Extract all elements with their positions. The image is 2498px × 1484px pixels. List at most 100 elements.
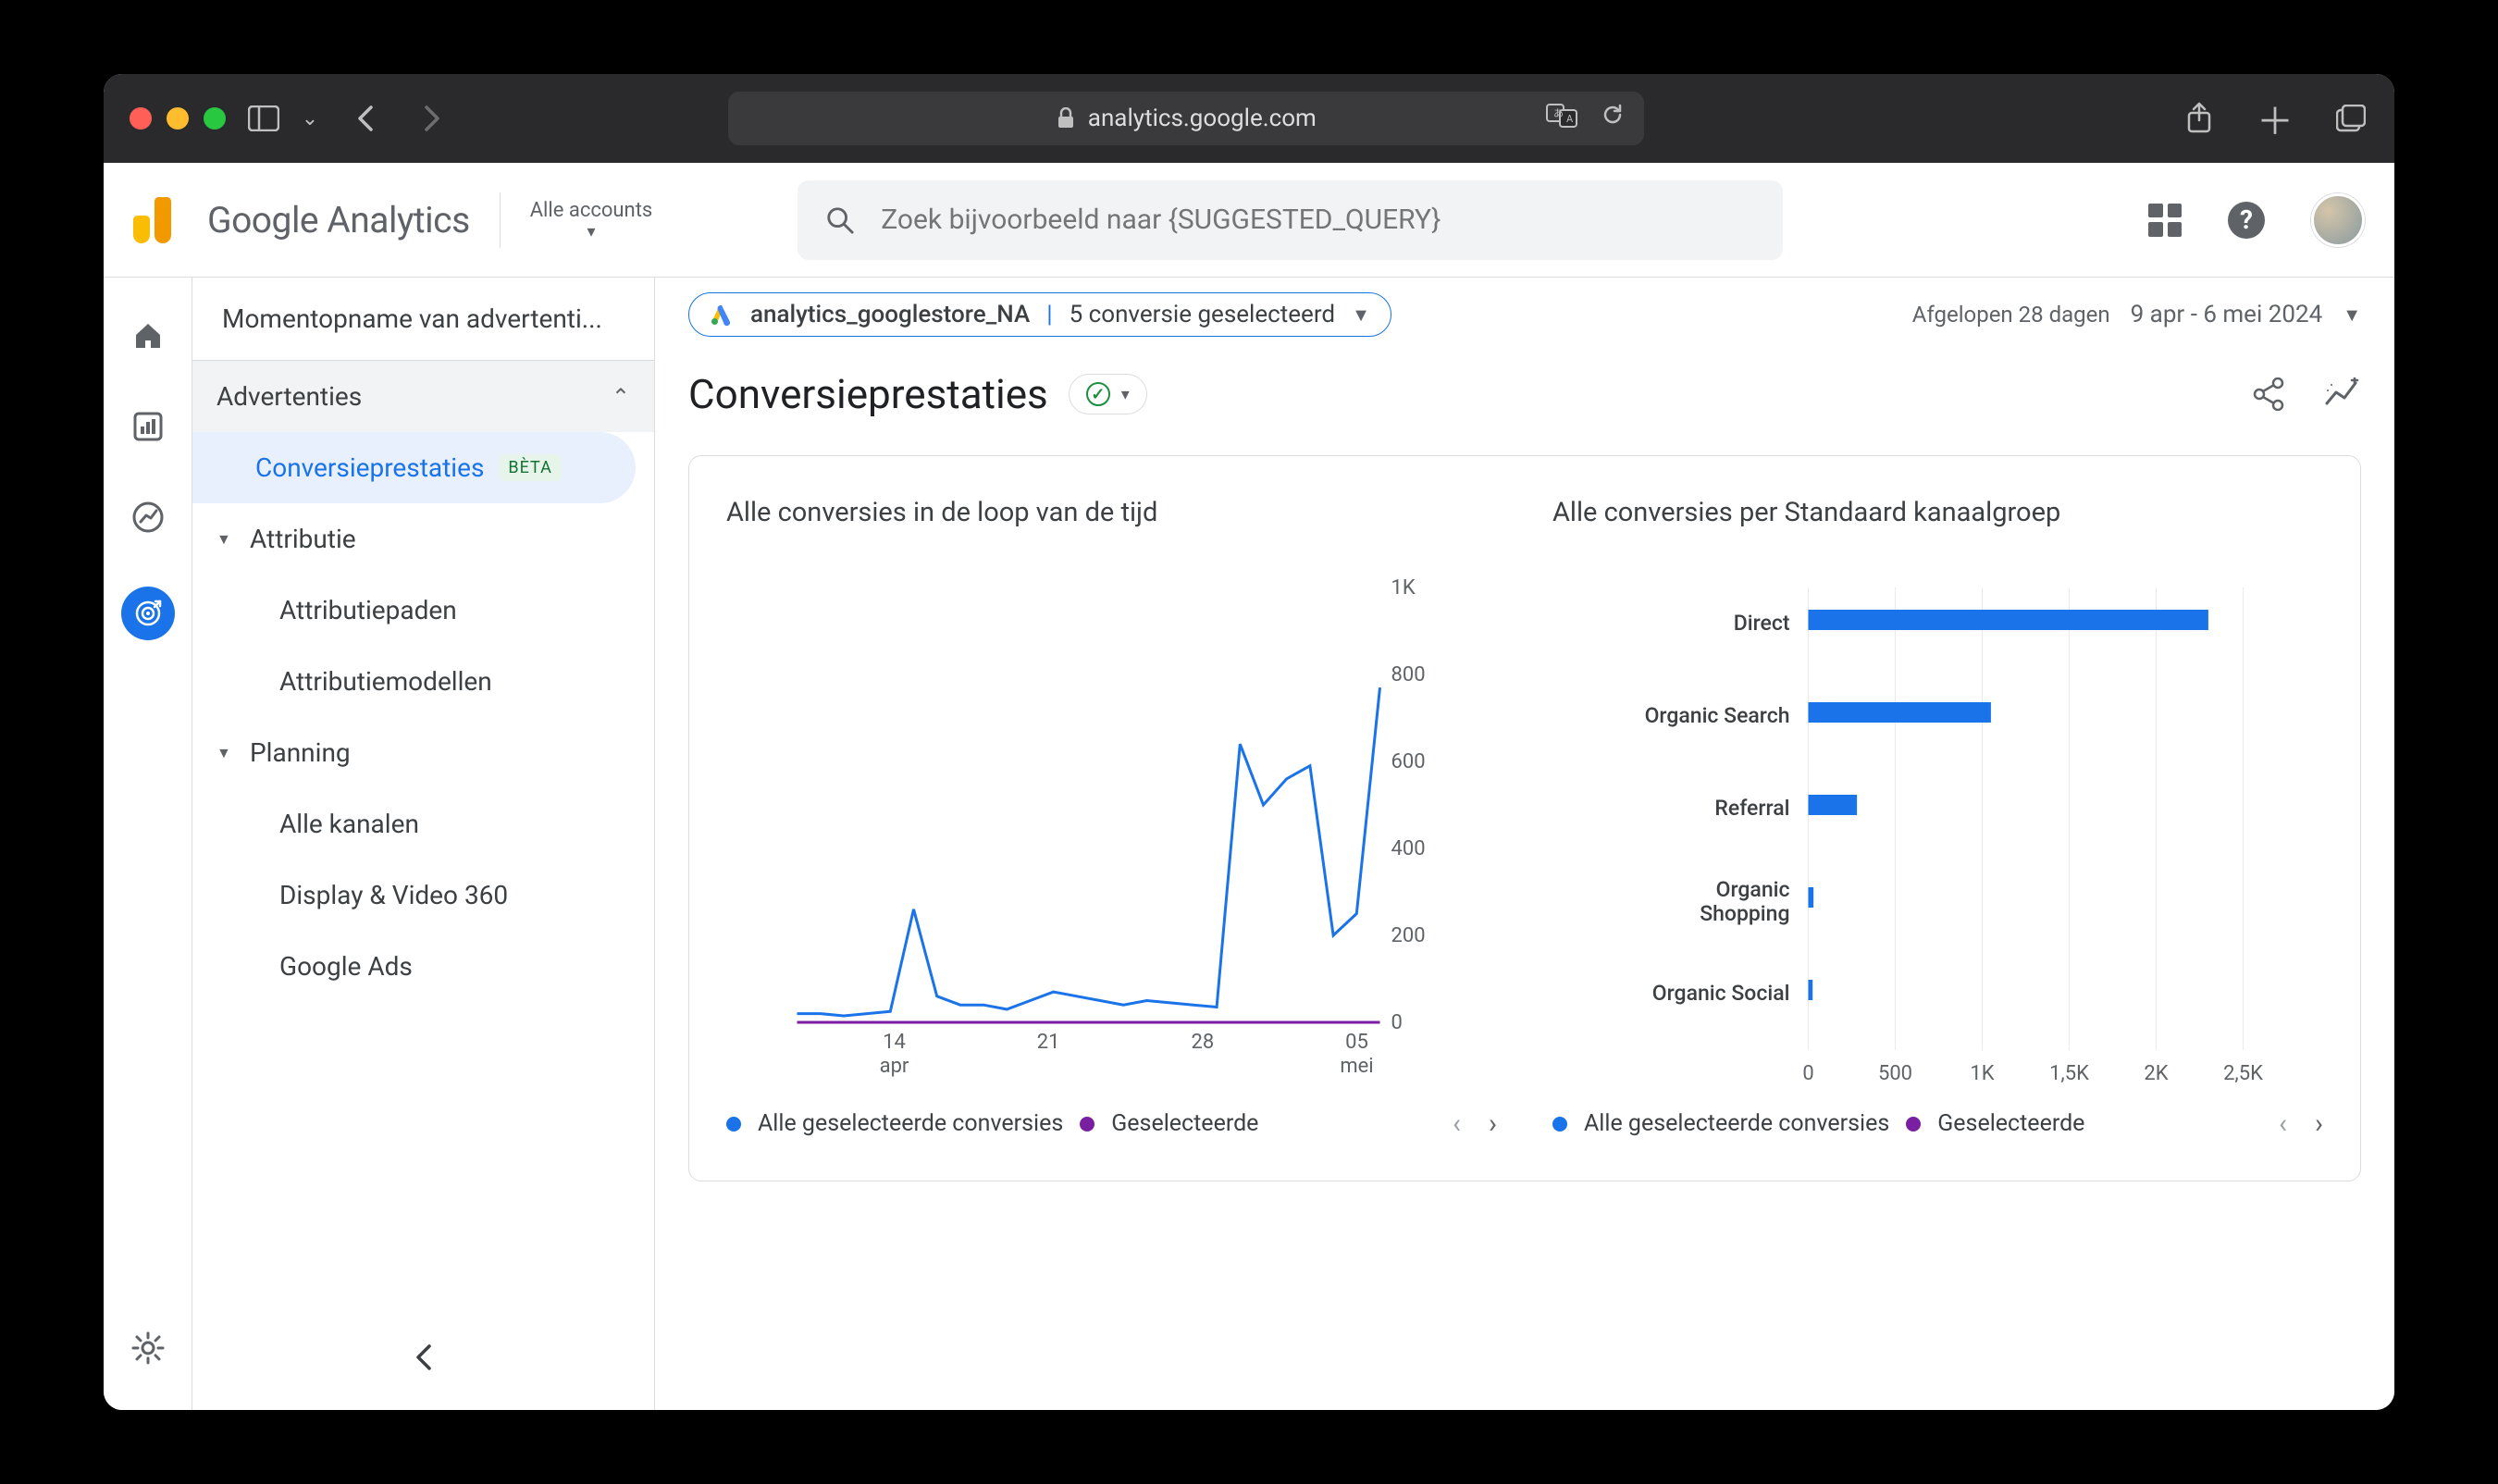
line-chart-panel: Alle conversies in de loop van de tijd 0… [726, 497, 1497, 1140]
rail-reports-icon[interactable] [127, 405, 169, 448]
svg-text:21: 21 [1037, 1031, 1060, 1054]
sidebar-item-google-ads[interactable]: Google Ads [192, 931, 654, 1002]
account-picker[interactable]: Alle accounts ▾ [530, 199, 653, 241]
report-sidebar: Momentopname van adverten­ti... Adverten… [192, 278, 655, 1410]
check-circle-icon: ✓ [1086, 382, 1110, 406]
svg-text:1K: 1K [1391, 576, 1416, 600]
sidebar-item-alle-kanalen[interactable]: Alle kanalen [192, 788, 654, 859]
svg-text:05: 05 [1345, 1031, 1368, 1054]
rail-home-icon[interactable] [127, 315, 169, 357]
sidebar-toggle-icon[interactable] [246, 101, 281, 136]
sidebar-group-planning[interactable]: ▼ Planning [192, 717, 654, 788]
status-pill[interactable]: ✓ ▾ [1069, 374, 1147, 414]
beta-badge: BÈTA [499, 454, 561, 481]
user-avatar[interactable] [2311, 193, 2365, 247]
date-range-period-label: Afgelopen 28 dagen [1912, 302, 2110, 328]
page-title: Conversieprestaties [688, 370, 1048, 418]
sidebar-snapshot-link[interactable]: Momentopname van adverten­ti... [192, 278, 654, 361]
lock-icon [1057, 107, 1075, 130]
caret-down-icon: ▼ [1352, 303, 1370, 327]
svg-text:Direct: Direct [1734, 611, 1790, 636]
forward-button[interactable] [414, 101, 450, 136]
insights-icon[interactable] [2324, 376, 2361, 413]
sidebar-group-attributie[interactable]: ▼ Attributie [192, 503, 654, 575]
svg-text:mei: mei [1340, 1055, 1373, 1078]
reload-icon[interactable] [1600, 102, 1626, 136]
share-icon[interactable] [2182, 101, 2217, 136]
legend-prev-icon[interactable]: ‹ [2279, 1107, 2287, 1140]
svg-text:Organic Search: Organic Search [1645, 703, 1790, 728]
svg-text:600: 600 [1391, 750, 1426, 773]
svg-text:0: 0 [1391, 1011, 1403, 1034]
tab-overview-icon[interactable] [2333, 101, 2368, 136]
svg-text:2,5K: 2,5K [2223, 1062, 2263, 1085]
sidebar-section-advertenties[interactable]: Advertenties ⌃ [192, 361, 654, 432]
left-nav-rail [104, 278, 192, 1410]
main-content: analytics_googlestore_NA | 5 conversie g… [655, 278, 2394, 1410]
account-picker-label: Alle accounts [530, 199, 653, 222]
sidebar-item-display-video[interactable]: Display & Video 360 [192, 859, 654, 931]
rail-admin-gear-icon[interactable] [127, 1327, 169, 1369]
rail-explore-icon[interactable] [127, 496, 169, 538]
sidebar-item-label: Conversieprestaties [255, 452, 484, 483]
svg-text:Referral: Referral [1714, 796, 1789, 821]
svg-text:200: 200 [1391, 924, 1426, 947]
share-report-icon[interactable] [2250, 376, 2287, 413]
svg-text:800: 800 [1391, 663, 1426, 686]
chart-title-line: Alle conversies in de loop van de tijd [726, 497, 1497, 528]
sidebar-group-label: Planning [250, 737, 351, 768]
date-range-picker[interactable]: Afgelopen 28 dagen 9 apr - 6 mei 2024 ▼ [1912, 301, 2361, 328]
filter-property-name: analytics_googlestore_NA [750, 301, 1030, 328]
line-chart[interactable]: 0 200 400 600 800 1K 14apr 21 28 05mei [726, 569, 1497, 1087]
tab-dropdown-icon[interactable]: ⌄ [302, 101, 318, 136]
sidebar-section-label: Advertenties [216, 381, 362, 412]
browser-chrome-bar: ⌄ analytics.google.com あA [104, 74, 2394, 163]
legend-dot-icon [1080, 1117, 1094, 1132]
svg-text:28: 28 [1191, 1031, 1214, 1054]
search-icon [825, 204, 855, 236]
help-icon[interactable]: ? [2228, 202, 2265, 239]
rail-advertising-icon[interactable] [121, 587, 175, 640]
sidebar-item-attributiemodellen[interactable]: Attributiemodellen [192, 646, 654, 717]
svg-text:apr: apr [880, 1055, 909, 1078]
svg-text:Organic Social: Organic Social [1652, 981, 1790, 1006]
new-tab-icon[interactable]: ＋ [2257, 101, 2293, 136]
google-ads-logo-icon [710, 303, 734, 327]
back-button[interactable] [348, 101, 383, 136]
sidebar-item-attributiepaden[interactable]: Attributiepaden [192, 575, 654, 646]
sidebar-item-conversieprestaties[interactable]: Conversieprestaties BÈTA [192, 432, 636, 503]
svg-text:400: 400 [1391, 837, 1426, 860]
maximize-window-button[interactable] [204, 107, 226, 130]
url-bar[interactable]: analytics.google.com あA [728, 92, 1644, 145]
triangle-down-icon: ▼ [216, 530, 235, 549]
line-chart-legend: Alle geselecteerde conversies Geselectee… [726, 1107, 1497, 1140]
svg-text:1,5K: 1,5K [2049, 1062, 2089, 1085]
sidebar-group-label: Attributie [250, 524, 356, 554]
legend-dot-icon [1552, 1117, 1567, 1132]
filter-conversions-selected: 5 conversie geselecteerd [1070, 301, 1336, 328]
charts-card: Alle conversies in de loop van de tijd 0… [688, 455, 2361, 1181]
svg-text:1K: 1K [1970, 1062, 1994, 1085]
legend-label: Geselecteerde [1937, 1110, 2084, 1137]
minimize-window-button[interactable] [167, 107, 189, 130]
bar-chart-panel: Alle conversies per Standaard kanaalgroe… [1552, 497, 2323, 1140]
svg-text:Organic: Organic [1716, 877, 1790, 902]
chart-title-bar: Alle conversies per Standaard kanaalgroe… [1552, 497, 2323, 528]
bar-chart[interactable]: 05001K1,5K2K2,5KDirectOrganic SearchRefe… [1552, 569, 2323, 1087]
legend-label: Geselecteerde [1111, 1110, 1258, 1137]
close-window-button[interactable] [130, 107, 152, 130]
legend-next-icon[interactable]: › [2315, 1107, 2323, 1140]
svg-text:14: 14 [883, 1031, 906, 1054]
legend-next-icon[interactable]: › [1489, 1107, 1497, 1140]
legend-dot-icon [726, 1117, 741, 1132]
svg-text:あ: あ [1553, 107, 1564, 119]
sidebar-collapse-button[interactable] [413, 1342, 435, 1380]
filter-pill[interactable]: analytics_googlestore_NA | 5 conversie g… [688, 292, 1391, 337]
triangle-down-icon: ▼ [216, 744, 235, 762]
search-bar[interactable] [798, 180, 1783, 260]
translate-icon[interactable]: あA [1546, 102, 1577, 136]
search-input[interactable] [881, 204, 1755, 236]
apps-grid-icon[interactable] [2148, 204, 2182, 237]
legend-prev-icon[interactable]: ‹ [1453, 1107, 1461, 1140]
ga-logo-icon [133, 197, 185, 243]
